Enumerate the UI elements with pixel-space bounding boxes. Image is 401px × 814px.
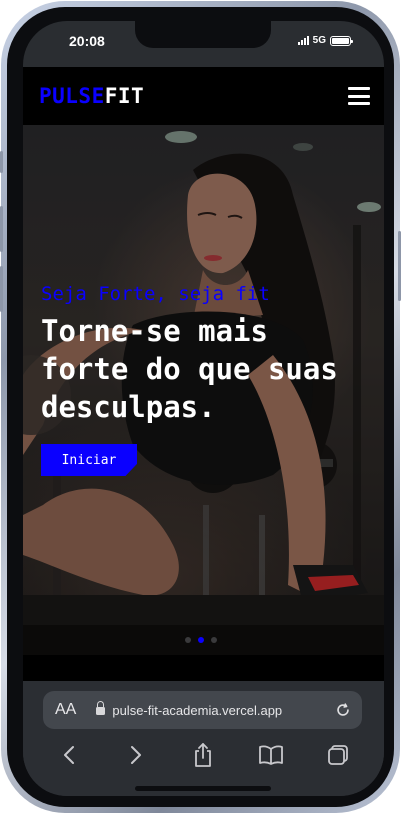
site-logo[interactable]: PULSEFIT xyxy=(39,84,144,108)
site-header: PULSEFIT xyxy=(23,67,384,125)
hamburger-menu-icon[interactable] xyxy=(348,87,370,105)
tabs-button[interactable] xyxy=(323,740,353,770)
text-size-label: AA xyxy=(55,701,77,718)
battery-icon xyxy=(330,35,353,46)
text-size-button[interactable]: AA xyxy=(55,701,76,719)
site-section-strip xyxy=(23,655,384,681)
hero-section: Seja Forte, seja fit Torne-se mais forte… xyxy=(23,125,384,655)
browser-nav-toolbar xyxy=(23,739,384,771)
carousel-dot-3[interactable] xyxy=(211,637,217,643)
notch xyxy=(135,21,271,48)
reload-icon[interactable] xyxy=(334,701,352,719)
carousel-dot-1[interactable] xyxy=(185,637,191,643)
mute-switch xyxy=(0,151,3,173)
logo-fit: FIT xyxy=(104,84,145,108)
phone-screen: 20:08 5G PULSEFIT Seja Forte, seja fit T… xyxy=(23,21,384,796)
phone-frame: 20:08 5G PULSEFIT Seja Forte, seja fit T… xyxy=(0,1,401,813)
share-icon xyxy=(195,743,212,767)
status-indicators: 5G xyxy=(297,35,353,46)
book-icon xyxy=(258,745,283,765)
carousel-dots xyxy=(185,637,217,643)
volume-up-button xyxy=(0,206,3,252)
status-bar: 20:08 5G xyxy=(23,21,384,67)
hero-content: Seja Forte, seja fit Torne-se mais forte… xyxy=(41,283,371,476)
browser-toolbar: AA pulse-fit-academia.vercel.app xyxy=(23,681,384,796)
bookmarks-button[interactable] xyxy=(256,740,286,770)
home-indicator xyxy=(135,786,271,791)
lock-icon xyxy=(96,700,106,716)
signal-icon xyxy=(297,36,309,45)
hero-tagline: Seja Forte, seja fit xyxy=(41,283,270,305)
address-bar[interactable]: AA pulse-fit-academia.vercel.app xyxy=(43,691,362,729)
back-button[interactable] xyxy=(54,740,84,770)
tabs-icon xyxy=(328,745,349,765)
hero-heading: Torne-se mais forte do que suas desculpa… xyxy=(41,314,338,424)
chevron-left-icon xyxy=(63,746,74,764)
start-button[interactable]: Iniciar xyxy=(41,444,137,476)
network-label: 5G xyxy=(312,35,326,46)
logo-pulse: PULSE xyxy=(39,84,105,108)
url-text[interactable]: pulse-fit-academia.vercel.app xyxy=(112,703,334,718)
volume-down-button xyxy=(0,266,3,312)
forward-button[interactable] xyxy=(121,740,151,770)
status-time: 20:08 xyxy=(69,33,105,49)
chevron-right-icon xyxy=(131,746,142,764)
share-button[interactable] xyxy=(188,740,218,770)
carousel-dot-2[interactable] xyxy=(198,637,204,643)
